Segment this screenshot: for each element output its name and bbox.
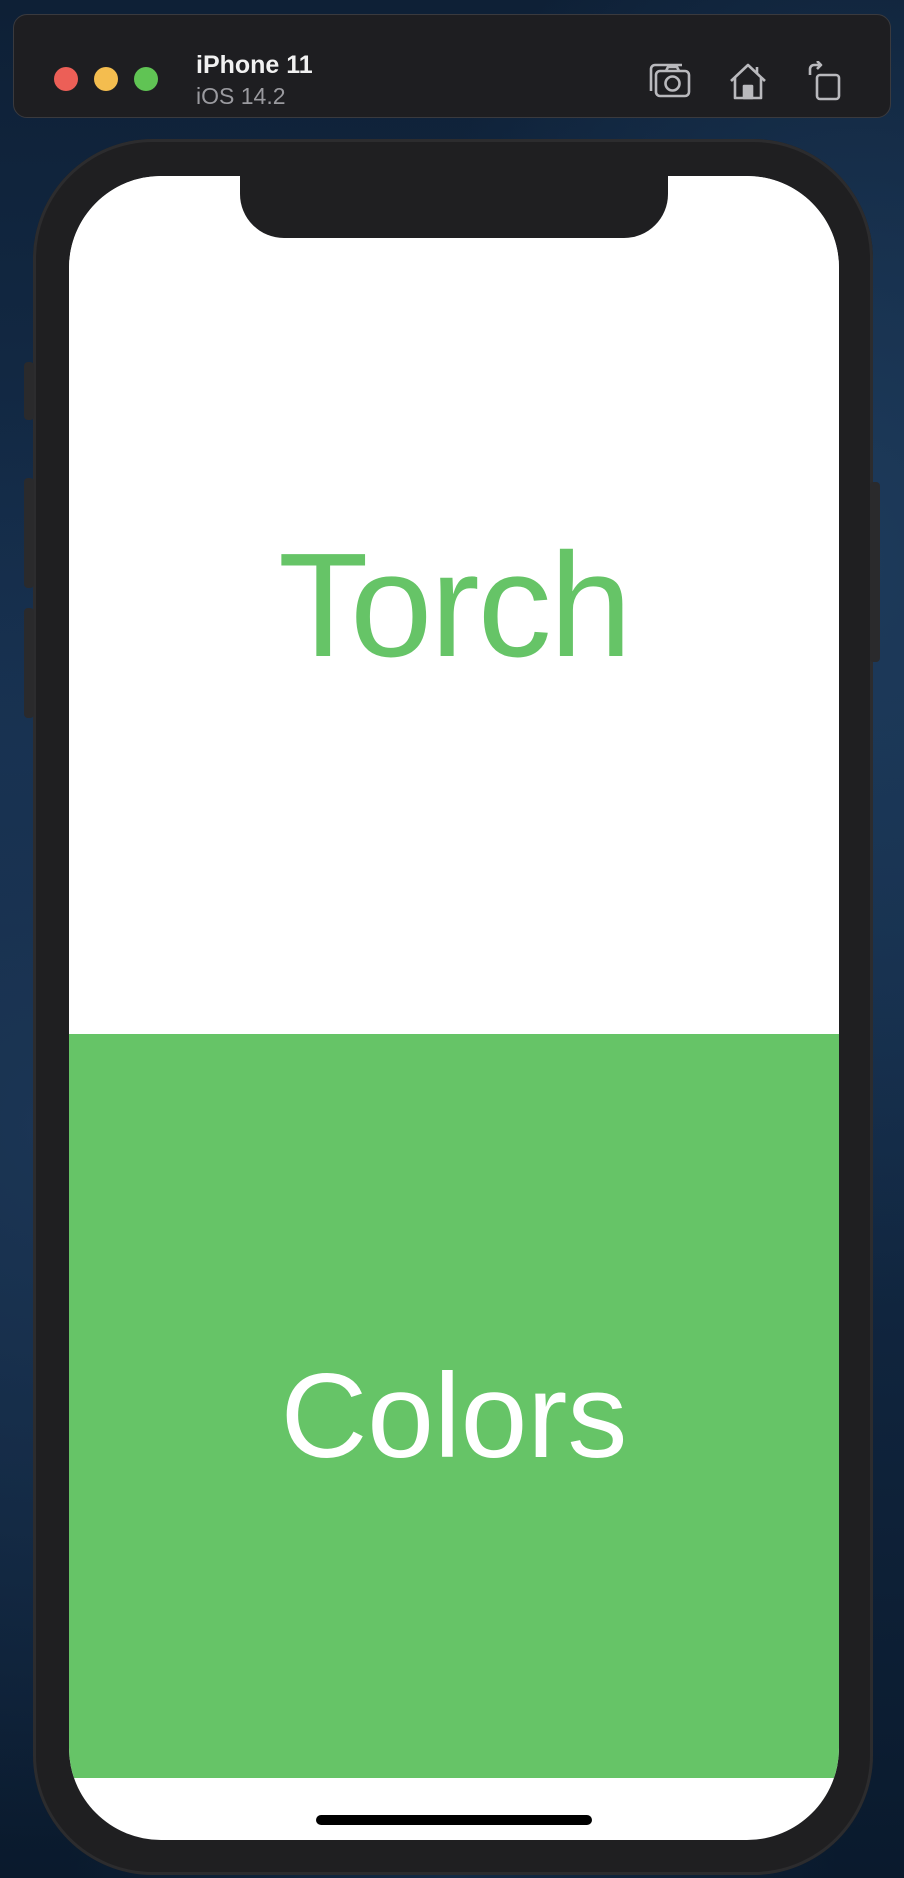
phone-screen: Torch Colors xyxy=(69,176,839,1840)
home-icon[interactable] xyxy=(726,61,770,101)
volume-up-button xyxy=(24,478,34,588)
notch xyxy=(240,176,668,238)
screenshot-icon[interactable] xyxy=(648,61,692,101)
colors-label: Colors xyxy=(280,1349,628,1483)
minimize-window-button[interactable] xyxy=(94,67,118,91)
device-name: iPhone 11 xyxy=(196,51,313,79)
rotate-icon[interactable] xyxy=(804,60,848,101)
colors-button[interactable]: Colors xyxy=(69,1034,839,1778)
close-window-button[interactable] xyxy=(54,67,78,91)
zoom-window-button[interactable] xyxy=(134,67,158,91)
power-button xyxy=(870,482,880,662)
device-os-version: iOS 14.2 xyxy=(196,83,286,109)
torch-button[interactable]: Torch xyxy=(69,176,839,1034)
mute-switch xyxy=(24,362,34,420)
torch-label: Torch xyxy=(278,523,632,688)
home-indicator[interactable] xyxy=(316,1815,592,1825)
volume-down-button xyxy=(24,608,34,718)
simulator-title-bar: iPhone 11 iOS 14.2 xyxy=(13,14,891,118)
